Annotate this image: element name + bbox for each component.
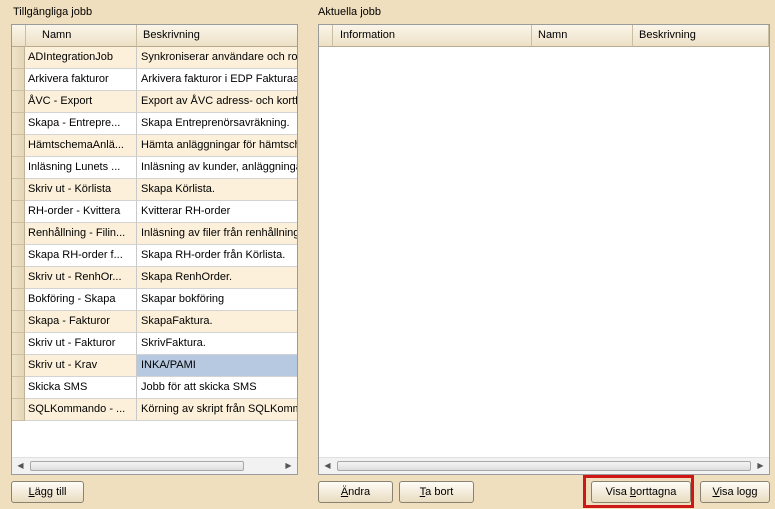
available-jobs-title: Tillgängliga jobb (13, 6, 93, 18)
change-button-label-post: ndra (348, 486, 371, 498)
row-header[interactable] (12, 355, 25, 377)
table-row[interactable]: Skapa RH-order f... Skapa RH-order från K… (12, 245, 297, 267)
table-row[interactable]: Skapa - Fakturor SkapaFaktura. (12, 311, 297, 333)
highlight-box (583, 475, 694, 508)
scroll-left-icon[interactable]: ◀ (12, 458, 29, 474)
column-header-description[interactable]: Beskrivning (137, 25, 297, 47)
job-name-cell[interactable]: Skriv ut - Fakturor (25, 333, 137, 355)
current-jobs-title: Aktuella jobb (318, 6, 381, 18)
table-row[interactable]: SQLKommando - ... Körning av skript från … (12, 399, 297, 421)
table-row[interactable]: ÅVC - Export Export av ÅVC adress- och ko… (12, 91, 297, 113)
table-row[interactable]: HämtschemaAnlä... Hämta anläggningar för … (12, 135, 297, 157)
job-name-cell[interactable]: ADIntegrationJob (25, 47, 137, 69)
row-header-corner (12, 25, 26, 47)
scrollbar-thumb[interactable] (30, 461, 244, 471)
column-header-information[interactable]: Information (333, 25, 532, 47)
job-name-cell[interactable]: Skriv ut - Krav (25, 355, 137, 377)
row-header[interactable] (12, 267, 25, 289)
table-row[interactable]: Skriv ut - Fakturor SkrivFaktura. (12, 333, 297, 355)
job-description-cell[interactable]: Inläsning av kunder, anläggningar och (137, 157, 297, 179)
table-row[interactable]: Skapa - Entrepre... Skapa Entreprenörsavr… (12, 113, 297, 135)
job-name-cell[interactable]: Inläsning Lunets ... (25, 157, 137, 179)
row-header[interactable] (12, 201, 25, 223)
row-header[interactable] (12, 91, 25, 113)
row-header[interactable] (12, 245, 25, 267)
row-header[interactable] (12, 157, 25, 179)
job-description-cell[interactable]: Inläsning av filer från renhållningsentr… (137, 223, 297, 245)
job-description-cell[interactable]: Skapa RenhOrder. (137, 267, 297, 289)
job-name-cell[interactable]: RH-order - Kvittera (25, 201, 137, 223)
change-button[interactable]: Ändra (318, 481, 393, 503)
job-description-cell[interactable]: SkapaFaktura. (137, 311, 297, 333)
table-row[interactable]: Skicka SMS Jobb för att skicka SMS (12, 377, 297, 399)
available-jobs-grid[interactable]: Namn Beskrivning ADIntegrationJob Synkron… (11, 24, 298, 475)
horizontal-scrollbar[interactable]: ◀ ▶ (319, 457, 769, 474)
job-description-cell[interactable]: Jobb för att skicka SMS (137, 377, 297, 399)
row-header[interactable] (12, 223, 25, 245)
table-row[interactable]: Skriv ut - Körlista Skapa Körlista. (12, 179, 297, 201)
job-description-cell[interactable]: Skapa Körlista. (137, 179, 297, 201)
job-description-cell[interactable]: Skapa RH-order från Körlista. (137, 245, 297, 267)
show-log-button-mnemonic: V (712, 486, 720, 498)
row-header[interactable] (12, 289, 25, 311)
row-header[interactable] (12, 311, 25, 333)
column-header-description[interactable]: Beskrivning (633, 25, 769, 47)
job-description-cell[interactable]: INKA/PAMI (137, 355, 297, 377)
job-name-cell[interactable]: Skapa - Entrepre... (25, 113, 137, 135)
row-header[interactable] (12, 333, 25, 355)
job-description-cell[interactable]: Hämta anläggningar för hämtschema (137, 135, 297, 157)
scroll-right-icon[interactable]: ▶ (752, 458, 769, 474)
add-button-label-post: ägg till (34, 486, 67, 498)
job-name-cell[interactable]: Skapa - Fakturor (25, 311, 137, 333)
horizontal-scrollbar[interactable]: ◀ ▶ (12, 457, 297, 474)
show-log-button-label-post: isa logg (719, 486, 758, 498)
row-header[interactable] (12, 399, 25, 421)
job-name-cell[interactable]: Skicka SMS (25, 377, 137, 399)
job-description-cell[interactable]: Export av ÅVC adress- och kortfiler (137, 91, 297, 113)
table-row[interactable]: Arkivera fakturor Arkivera fakturor i EDP… (12, 69, 297, 91)
remove-button-label-post: a bort (425, 486, 454, 498)
job-description-cell[interactable]: Synkroniserar användare och roller mot A… (137, 47, 297, 69)
job-name-cell[interactable]: Skriv ut - Körlista (25, 179, 137, 201)
table-row[interactable]: RH-order - Kvittera Kvitterar RH-order (12, 201, 297, 223)
job-description-cell[interactable]: Kvitterar RH-order (137, 201, 297, 223)
column-header-name[interactable]: Namn (532, 25, 633, 47)
job-name-cell[interactable]: Skapa RH-order f... (25, 245, 137, 267)
job-name-cell[interactable]: ÅVC - Export (25, 91, 137, 113)
job-description-cell[interactable]: Körning av skript från SQLKommando (137, 399, 297, 421)
job-description-cell[interactable]: Skapar bokföring (137, 289, 297, 311)
remove-button[interactable]: Ta bort (399, 481, 474, 503)
job-name-cell[interactable]: Skriv ut - RenhOr... (25, 267, 137, 289)
scroll-right-icon[interactable]: ▶ (280, 458, 297, 474)
table-row[interactable]: ADIntegrationJob Synkroniserar användare … (12, 47, 297, 69)
table-row[interactable]: Skriv ut - Krav INKA/PAMI (12, 355, 297, 377)
scroll-left-icon[interactable]: ◀ (319, 458, 336, 474)
job-name-cell[interactable]: Bokföring - Skapa (25, 289, 137, 311)
table-row[interactable]: Inläsning Lunets ... Inläsning av kunder,… (12, 157, 297, 179)
job-name-cell[interactable]: Renhållning - Filin... (25, 223, 137, 245)
job-name-cell[interactable]: SQLKommando - ... (25, 399, 137, 421)
row-header[interactable] (12, 135, 25, 157)
column-header-name[interactable]: Namn (26, 25, 137, 47)
table-row[interactable]: Renhållning - Filin... Inläsning av filer… (12, 223, 297, 245)
table-row[interactable]: Bokföring - Skapa Skapar bokföring (12, 289, 297, 311)
job-description-cell[interactable]: Arkivera fakturor i EDP Fakturaarkiv (137, 69, 297, 91)
row-header[interactable] (12, 179, 25, 201)
table-row[interactable]: Skriv ut - RenhOr... Skapa RenhOrder. (12, 267, 297, 289)
row-header[interactable] (12, 113, 25, 135)
row-header[interactable] (12, 47, 25, 69)
row-header[interactable] (12, 377, 25, 399)
row-header[interactable] (12, 69, 25, 91)
job-description-cell[interactable]: SkrivFaktura. (137, 333, 297, 355)
job-description-cell[interactable]: Skapa Entreprenörsavräkning. (137, 113, 297, 135)
current-jobs-grid[interactable]: Information Namn Beskrivning ◀ ▶ (318, 24, 770, 475)
scrollbar-thumb[interactable] (337, 461, 751, 471)
row-header-corner (319, 25, 333, 47)
add-button[interactable]: Lägg till (11, 481, 84, 503)
show-log-button[interactable]: Visa logg (700, 481, 770, 503)
job-name-cell[interactable]: Arkivera fakturor (25, 69, 137, 91)
job-name-cell[interactable]: HämtschemaAnlä... (25, 135, 137, 157)
